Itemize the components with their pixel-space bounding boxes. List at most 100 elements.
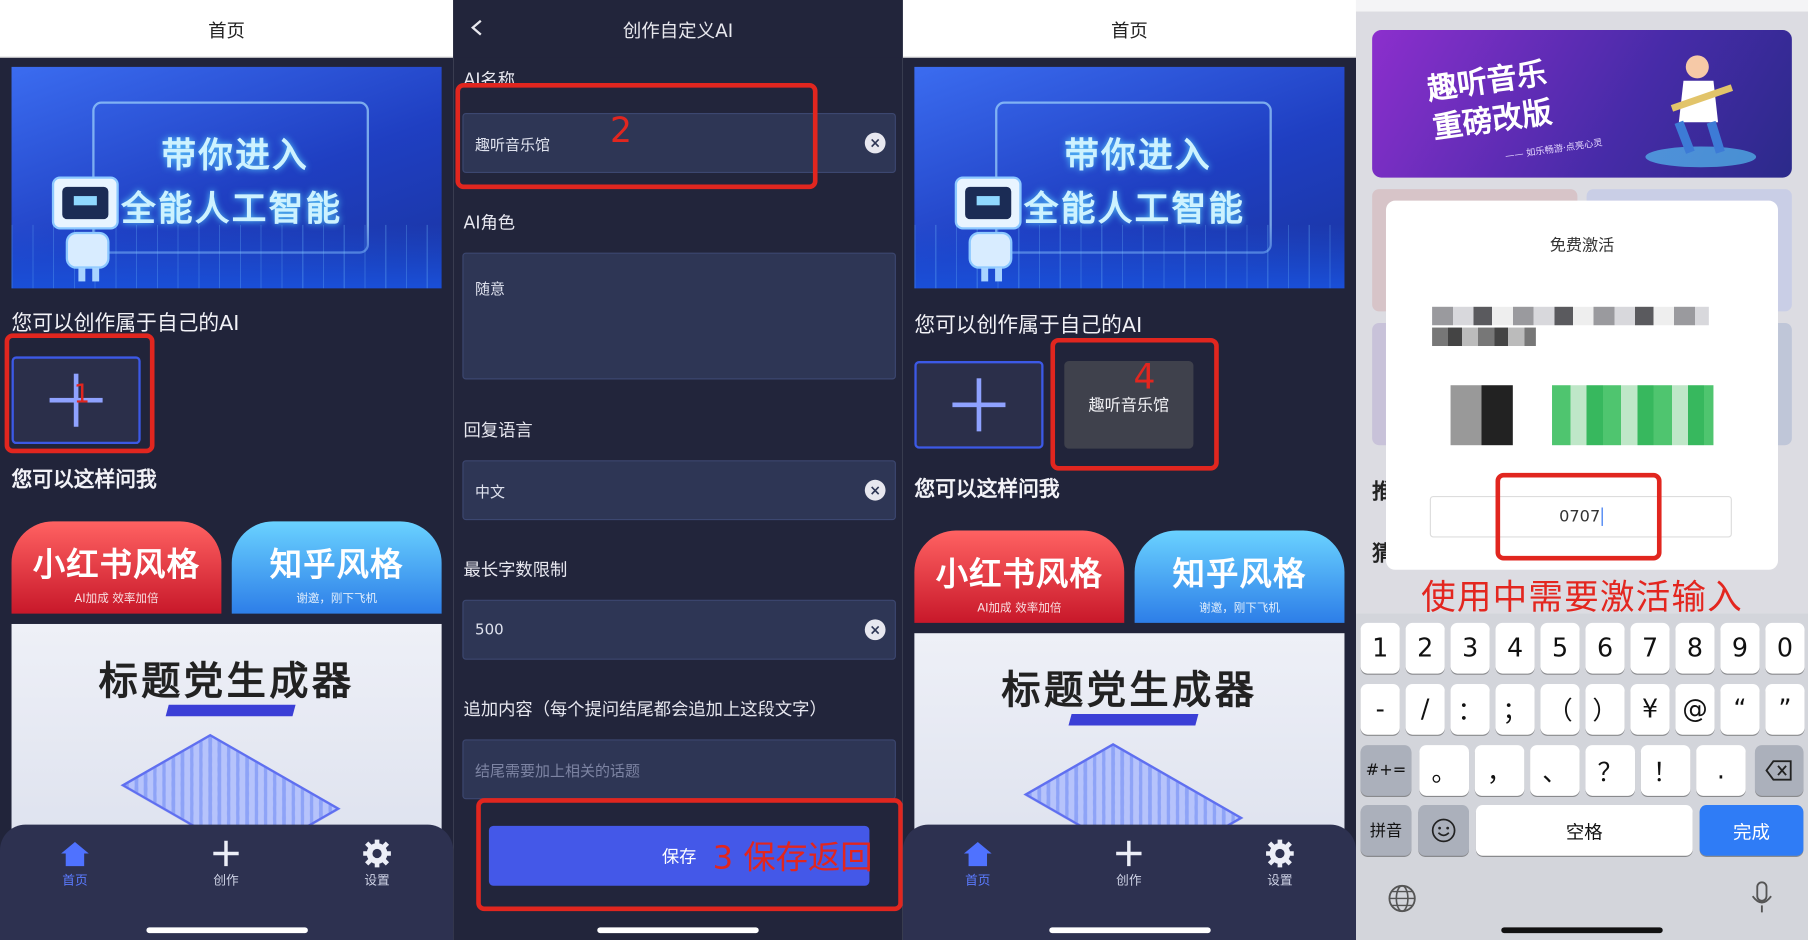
- symbol-key[interactable]: ）: [1585, 683, 1625, 735]
- key-backspace[interactable]: [1754, 745, 1804, 796]
- promo-title: 趣听音乐 重磅改版: [1425, 56, 1555, 147]
- title-generator-card[interactable]: 标题党生成器: [11, 623, 442, 830]
- tab-label: 首页: [965, 873, 991, 889]
- tab-create[interactable]: 创作: [191, 836, 260, 889]
- clear-icon[interactable]: ×: [864, 619, 886, 641]
- plus-icon: [213, 840, 239, 867]
- clear-icon[interactable]: ×: [864, 479, 886, 501]
- tab-settings[interactable]: 设置: [1245, 836, 1314, 889]
- append-label: 追加内容（每个提问结尾都会追加上这段文字）: [463, 698, 827, 720]
- card-subtitle: 谢邀，刚下飞机: [296, 592, 378, 606]
- name-label: AI名称: [463, 69, 516, 84]
- language-input[interactable]: 中文 ×: [462, 460, 896, 521]
- punct-key[interactable]: ？: [1585, 745, 1636, 796]
- tab-label: 创作: [213, 873, 239, 889]
- create-heading: 您可以创作属于自己的AI: [11, 311, 240, 336]
- symbol-key[interactable]: ；: [1495, 683, 1535, 735]
- role-input[interactable]: 随意: [462, 252, 896, 380]
- nav-bar: 首页: [902, 0, 1356, 58]
- symbol-key[interactable]: @: [1675, 683, 1715, 735]
- append-input[interactable]: 结尾需要加上相关的话题: [462, 739, 896, 800]
- limit-value: 500: [475, 621, 504, 639]
- tab-label: 首页: [62, 873, 88, 889]
- tab-settings[interactable]: 设置: [342, 836, 411, 889]
- digit-key[interactable]: 9: [1720, 622, 1760, 674]
- tab-create[interactable]: 创作: [1094, 836, 1163, 889]
- digit-key[interactable]: 4: [1495, 622, 1535, 674]
- chip-illustration: [120, 733, 341, 830]
- guitarist-illustration: [1645, 55, 1757, 168]
- key-pinyin[interactable]: 拼音: [1360, 805, 1412, 856]
- blurred-image: [1450, 385, 1513, 446]
- symbol-key[interactable]: /: [1405, 683, 1445, 735]
- digit-key[interactable]: 2: [1405, 622, 1445, 674]
- symbol-key[interactable]: “: [1720, 683, 1760, 735]
- xiaohongshu-card[interactable]: 小红书风格 AI加成 效率加倍: [11, 521, 222, 614]
- card-subtitle: AI加成 效率加倍: [74, 592, 159, 606]
- key-emoji[interactable]: [1418, 805, 1469, 856]
- banner-line1: 带你进入: [161, 136, 310, 177]
- title-generator-sub: [165, 704, 296, 717]
- punct-key[interactable]: 。: [1419, 745, 1469, 796]
- digit-key[interactable]: 0: [1765, 622, 1805, 674]
- dialog-title: 免费激活: [1549, 236, 1615, 255]
- language-value: 中文: [475, 483, 506, 502]
- page-title: 首页: [1110, 19, 1148, 41]
- annotation-number-3: 3 保存返回: [712, 838, 873, 877]
- microphone-icon[interactable]: [1751, 881, 1772, 913]
- title-generator-title: 标题党生成器: [98, 658, 355, 705]
- activation-screen: 趣听音乐 重磅改版 —— 如乐畅游·点亮心灵 推 猜 免费激活 0707 使用中需…: [1355, 0, 1808, 940]
- digit-key[interactable]: 8: [1675, 622, 1715, 674]
- annotation-number-4: 4: [1133, 357, 1156, 398]
- clear-icon[interactable]: ×: [864, 132, 886, 154]
- card-subtitle: AI加成 效率加倍: [977, 602, 1062, 615]
- back-icon[interactable]: [469, 19, 485, 36]
- annotation-box-2: [455, 83, 818, 190]
- symbol-key[interactable]: （: [1540, 683, 1580, 735]
- digit-key[interactable]: 3: [1450, 622, 1490, 674]
- symbol-key[interactable]: ：: [1450, 683, 1490, 735]
- promo-banner[interactable]: 趣听音乐 重磅改版 —— 如乐畅游·点亮心灵: [1372, 29, 1792, 178]
- digit-key[interactable]: 7: [1630, 622, 1670, 674]
- emoji-icon: [1431, 818, 1456, 843]
- key-space[interactable]: 空格: [1475, 805, 1693, 856]
- xiaohongshu-card[interactable]: 小红书风格 AI加成 效率加倍: [914, 530, 1125, 623]
- annotation-hint: 使用中需要激活输入: [1421, 577, 1743, 619]
- key-done[interactable]: 完成: [1699, 805, 1804, 856]
- tab-label: 创作: [1116, 873, 1142, 889]
- ask-heading: 您可以这样问我: [11, 468, 157, 493]
- globe-icon[interactable]: [1387, 883, 1417, 913]
- backspace-icon: [1765, 760, 1792, 781]
- symbol-key[interactable]: ¥: [1630, 683, 1670, 735]
- punct-key[interactable]: ，: [1474, 745, 1525, 796]
- key-symbols-toggle[interactable]: #+=: [1360, 745, 1412, 796]
- home-screen-1: 首页 带你进入 全能人工智能 您可以创作属于自己的AI 1 您可以这样问我 小红…: [0, 0, 454, 940]
- zhihu-card[interactable]: 知乎风格 谢邀，刚下飞机: [1134, 530, 1345, 623]
- digit-key[interactable]: 1: [1360, 622, 1400, 674]
- punct-key[interactable]: ！: [1640, 745, 1691, 796]
- tab-home[interactable]: 首页: [943, 836, 1012, 889]
- symbol-key[interactable]: ”: [1765, 683, 1805, 735]
- digit-key[interactable]: 5: [1540, 622, 1580, 674]
- digit-key[interactable]: 6: [1585, 622, 1625, 674]
- tab-home[interactable]: 首页: [40, 836, 109, 889]
- tab-bar: 首页 创作 设置: [902, 824, 1356, 940]
- page-title: 创作自定义AI: [622, 19, 734, 42]
- home-indicator: [145, 927, 308, 934]
- create-ai-button[interactable]: [914, 361, 1044, 449]
- annotation-box-5: [1495, 472, 1662, 561]
- home-screen-2: 首页 带你进入 全能人工智能 您可以创作属于自己的AI 趣听音乐馆 4 您可以这…: [902, 0, 1356, 940]
- title-generator-title: 标题党生成器: [1001, 667, 1258, 714]
- punct-key[interactable]: 、: [1530, 745, 1580, 796]
- punct-key[interactable]: .: [1696, 745, 1746, 796]
- limit-input[interactable]: 500 ×: [462, 599, 896, 660]
- promo-subtitle: —— 如乐畅游·点亮心灵: [1504, 137, 1604, 162]
- title-generator-sub: [1068, 713, 1199, 726]
- hero-banner[interactable]: 带你进入 全能人工智能: [11, 66, 442, 289]
- title-generator-card[interactable]: 标题党生成器: [914, 633, 1345, 839]
- zhihu-card[interactable]: 知乎风格 谢邀，刚下飞机: [231, 521, 442, 614]
- symbol-key[interactable]: -: [1360, 683, 1400, 735]
- card-title: 小红书风格: [32, 545, 201, 584]
- home-icon: [61, 841, 89, 867]
- hero-banner[interactable]: 带你进入 全能人工智能: [914, 66, 1345, 289]
